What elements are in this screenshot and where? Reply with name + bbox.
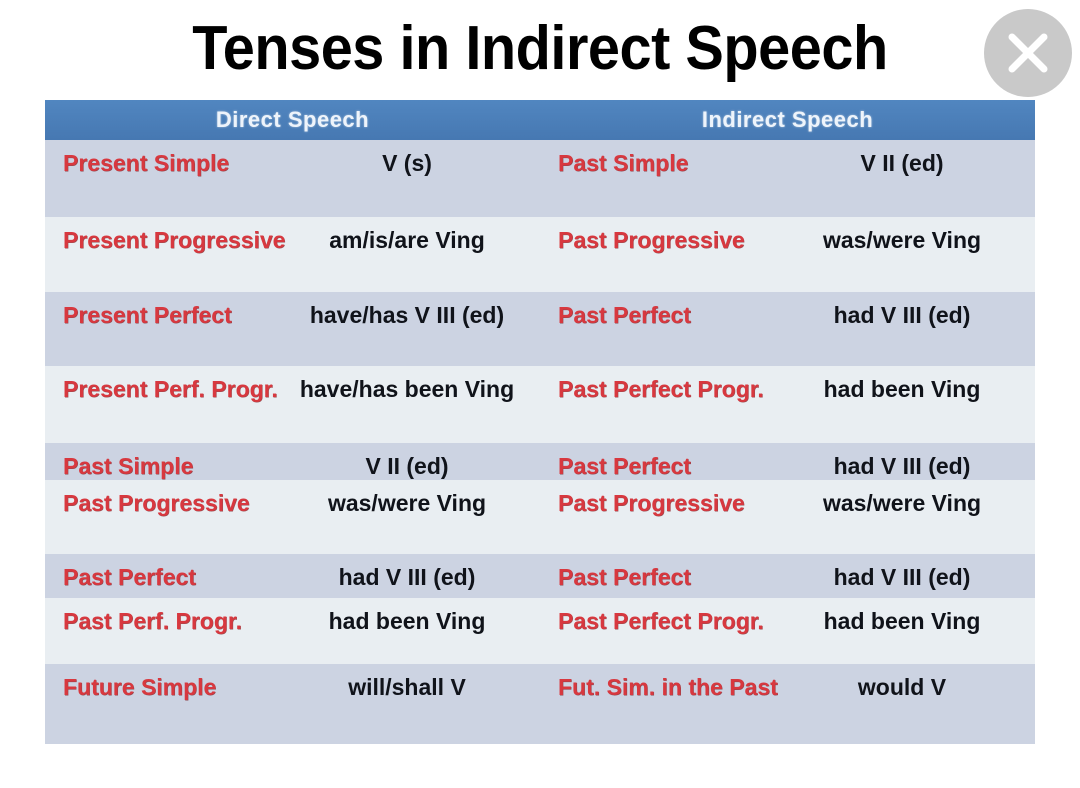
direct-tense-name: Present Perfect bbox=[63, 302, 232, 328]
indirect-tense-form: would V bbox=[857, 674, 947, 700]
direct-tense-name: Past Perf. Progr. bbox=[63, 608, 242, 634]
table-row: Present Simple V (s) Past Simple V II (e… bbox=[45, 140, 1035, 217]
direct-tense-name: Present Perf. Progr. bbox=[63, 376, 278, 402]
indirect-tense-name: Past Perfect Progr. bbox=[558, 376, 764, 402]
indirect-tense-form: V II (ed) bbox=[860, 150, 944, 176]
close-button[interactable] bbox=[984, 9, 1072, 97]
close-icon bbox=[1008, 33, 1048, 73]
indirect-tense-name: Past Perfect bbox=[558, 453, 691, 479]
table-row: Future Simple will/shall V Fut. Sim. in … bbox=[45, 664, 1035, 744]
direct-tense-name: Past Progressive bbox=[63, 490, 250, 516]
column-header-indirect-speech: Indirect Speech bbox=[701, 107, 874, 132]
table-header-row: Direct Speech Indirect Speech bbox=[45, 100, 1035, 140]
table-row: Past Perfect had V III (ed) Past Perfect… bbox=[45, 554, 1035, 598]
direct-tense-form: am/is/are Ving bbox=[329, 227, 485, 253]
indirect-tense-name: Past Perfect bbox=[558, 564, 691, 590]
indirect-tense-name: Past Perfect bbox=[558, 302, 691, 328]
direct-tense-name: Future Simple bbox=[63, 674, 217, 700]
indirect-tense-form: had V III (ed) bbox=[833, 453, 971, 479]
direct-tense-form: was/were Ving bbox=[327, 490, 487, 516]
table-row: Past Simple V II (ed) Past Perfect had V… bbox=[45, 443, 1035, 480]
direct-tense-form: V (s) bbox=[382, 150, 432, 176]
tenses-table: Direct Speech Indirect Speech Present Si… bbox=[45, 100, 1035, 744]
direct-tense-name: Past Simple bbox=[63, 453, 194, 479]
title-bar: Tenses in Indirect Speech bbox=[0, 0, 1080, 100]
indirect-tense-form: had been Ving bbox=[823, 608, 981, 634]
direct-tense-form: V II (ed) bbox=[365, 453, 449, 479]
table-row: Past Perf. Progr. had been Ving Past Per… bbox=[45, 598, 1035, 664]
page-title: Tenses in Indirect Speech bbox=[192, 14, 888, 83]
direct-tense-form: will/shall V bbox=[348, 674, 466, 700]
indirect-tense-name: Fut. Sim. in the Past bbox=[558, 674, 778, 700]
column-header-direct-speech: Direct Speech bbox=[215, 107, 370, 132]
direct-tense-name: Present Simple bbox=[63, 150, 230, 176]
direct-tense-form: have/has been Ving bbox=[299, 376, 515, 402]
direct-tense-form: had V III (ed) bbox=[338, 564, 476, 590]
indirect-tense-name: Past Simple bbox=[558, 150, 689, 176]
table-row: Present Progressive am/is/are Ving Past … bbox=[45, 217, 1035, 292]
direct-tense-form: have/has V III (ed) bbox=[309, 302, 505, 328]
indirect-tense-name: Past Progressive bbox=[558, 227, 745, 253]
indirect-tense-form: was/were Ving bbox=[822, 227, 982, 253]
indirect-tense-form: had V III (ed) bbox=[833, 302, 971, 328]
table-row: Past Progressive was/were Ving Past Prog… bbox=[45, 480, 1035, 554]
direct-tense-form: had been Ving bbox=[328, 608, 486, 634]
table-row: Present Perf. Progr. have/has been Ving … bbox=[45, 366, 1035, 443]
direct-tense-name: Past Perfect bbox=[63, 564, 196, 590]
indirect-tense-form: had V III (ed) bbox=[833, 564, 971, 590]
indirect-tense-name: Past Progressive bbox=[558, 490, 745, 516]
direct-tense-name: Present Progressive bbox=[63, 227, 286, 253]
table-row: Present Perfect have/has V III (ed) Past… bbox=[45, 292, 1035, 366]
indirect-tense-form: had been Ving bbox=[823, 376, 981, 402]
indirect-tense-name: Past Perfect Progr. bbox=[558, 608, 764, 634]
indirect-tense-form: was/were Ving bbox=[822, 490, 982, 516]
